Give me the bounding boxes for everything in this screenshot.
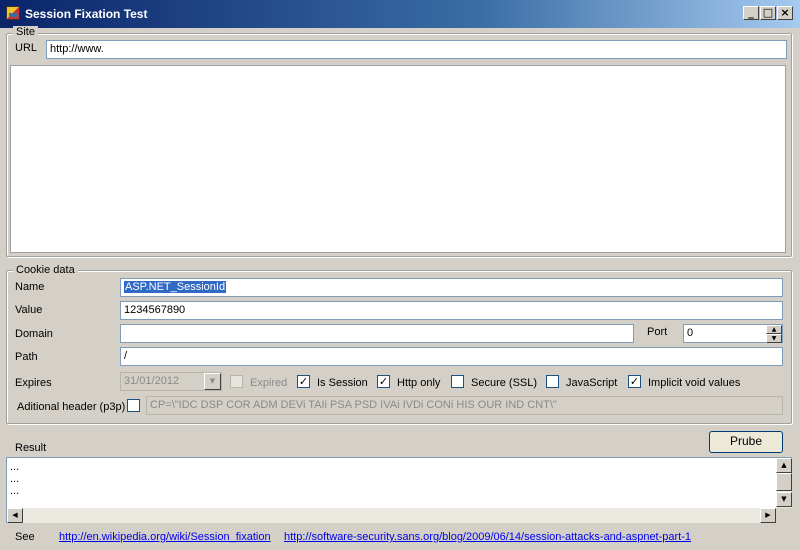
title-bar[interactable]: Session Fixation Test _ □ × bbox=[0, 0, 800, 28]
value-label: Value bbox=[15, 304, 43, 316]
secure-checkbox[interactable] bbox=[451, 375, 464, 388]
url-input[interactable]: http://www. bbox=[46, 40, 787, 59]
scroll-right-icon[interactable]: ▶ bbox=[760, 508, 776, 523]
implicit-void-checkbox[interactable]: ✓ bbox=[628, 375, 641, 388]
p3p-label: Aditional header (p3p) bbox=[17, 401, 126, 413]
browser-view[interactable] bbox=[10, 65, 786, 253]
is-session-checkbox[interactable]: ✓ bbox=[297, 375, 310, 388]
window-title: Session Fixation Test bbox=[25, 7, 148, 21]
result-textbox[interactable]: ... ... ... ▲ ▼ ◀ ▶ bbox=[6, 457, 792, 523]
minimize-button[interactable]: _ bbox=[743, 6, 759, 20]
expired-checkbox[interactable] bbox=[230, 375, 243, 388]
scrollbar-corner bbox=[776, 508, 792, 523]
expired-label: Expired bbox=[250, 377, 288, 389]
path-label: Path bbox=[15, 351, 38, 363]
scroll-left-icon[interactable]: ◀ bbox=[7, 508, 23, 523]
horizontal-scrollbar[interactable]: ◀ ▶ bbox=[7, 508, 776, 523]
cookie-group-label: Cookie data bbox=[13, 264, 78, 276]
p3p-input[interactable]: CP=\"IDC DSP COR ADM DEVi TAIi PSA PSD I… bbox=[146, 396, 783, 415]
implicit-void-label: Implicit void values bbox=[648, 377, 741, 389]
port-spin-down[interactable]: ▼ bbox=[766, 334, 782, 343]
name-input-text: ASP.NET_SessionId bbox=[124, 281, 227, 293]
scroll-up-icon[interactable]: ▲ bbox=[776, 458, 792, 473]
port-label: Port bbox=[647, 326, 668, 338]
scroll-thumb[interactable] bbox=[776, 473, 792, 491]
value-input[interactable]: 1234567890 bbox=[120, 301, 783, 320]
path-input[interactable]: / bbox=[120, 347, 783, 366]
result-line: ... bbox=[10, 473, 20, 485]
see-label: See bbox=[15, 531, 35, 543]
http-only-checkbox[interactable]: ✓ bbox=[377, 375, 390, 388]
result-line: ... bbox=[10, 485, 20, 497]
name-input[interactable]: ASP.NET_SessionId bbox=[120, 278, 783, 297]
secure-label: Secure (SSL) bbox=[471, 377, 538, 389]
name-label: Name bbox=[15, 281, 45, 293]
result-line: ... bbox=[10, 461, 20, 473]
javascript-label: JavaScript bbox=[566, 377, 618, 389]
port-spin-up[interactable]: ▲ bbox=[766, 325, 782, 334]
http-only-label: Http only bbox=[397, 377, 441, 389]
scroll-down-icon[interactable]: ▼ bbox=[776, 492, 792, 507]
url-label: URL bbox=[15, 42, 38, 54]
is-session-label: Is Session bbox=[317, 377, 368, 389]
domain-input[interactable] bbox=[120, 324, 634, 343]
dropdown-arrow-icon[interactable]: ▼ bbox=[204, 373, 221, 390]
site-group-label: Site bbox=[13, 26, 38, 38]
sans-blog-link[interactable]: http://software-security.sans.org/blog/2… bbox=[284, 531, 691, 543]
javascript-checkbox[interactable] bbox=[546, 375, 559, 388]
maximize-button[interactable]: □ bbox=[760, 6, 776, 20]
prube-button[interactable]: Prube bbox=[709, 431, 783, 453]
domain-label: Domain bbox=[15, 328, 53, 340]
wikipedia-link[interactable]: http://en.wikipedia.org/wiki/Session_fix… bbox=[59, 531, 271, 543]
vertical-scrollbar[interactable]: ▲ ▼ bbox=[776, 458, 792, 508]
result-label: Result bbox=[15, 442, 47, 454]
p3p-checkbox[interactable] bbox=[127, 399, 140, 412]
close-button[interactable]: × bbox=[777, 6, 793, 20]
app-icon bbox=[6, 6, 20, 20]
expires-label: Expires bbox=[15, 377, 52, 389]
